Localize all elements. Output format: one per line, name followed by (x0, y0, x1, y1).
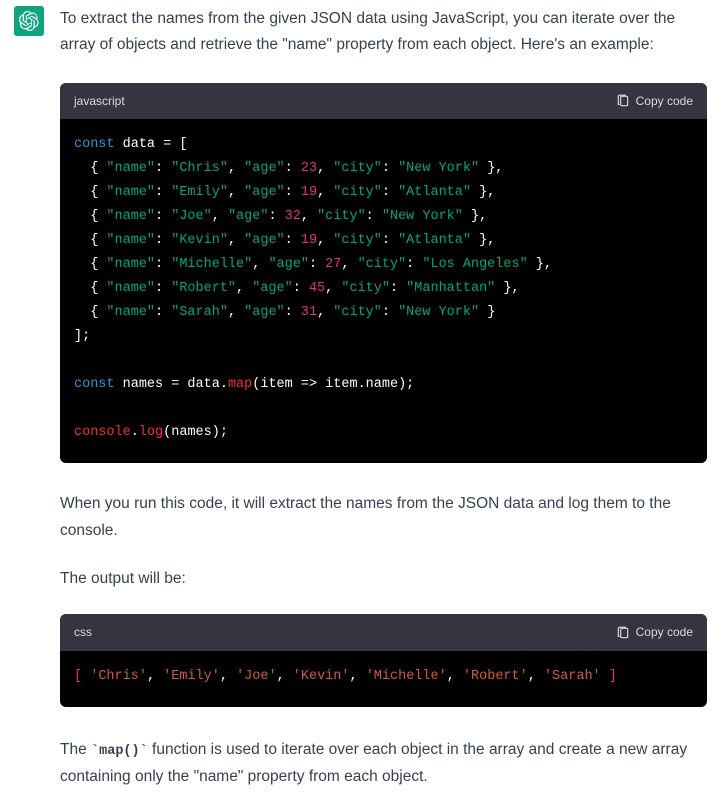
copy-code-button[interactable]: Copy code (616, 622, 693, 643)
final-paragraph: The `map()` function is used to iterate … (60, 737, 707, 790)
code-block-1-content[interactable]: const data = [ { "name": "Chris", "age":… (60, 119, 707, 463)
code-block-2-header: css Copy code (60, 614, 707, 650)
openai-logo-icon (19, 11, 39, 31)
explanation-paragraph-2: The output will be: (60, 566, 707, 592)
code-language-label: css (74, 622, 92, 643)
code-block-1: javascript Copy code const data = [ { "n… (60, 83, 707, 464)
inline-code-map: `map()` (91, 744, 148, 759)
final-paragraph-post: function is used to iterate over each ob… (60, 741, 687, 785)
copy-code-label: Copy code (636, 91, 693, 112)
code-block-2-content[interactable]: [ 'Chris', 'Emily', 'Joe', 'Kevin', 'Mic… (60, 651, 707, 707)
code-language-label: javascript (74, 91, 125, 112)
final-paragraph-pre: The (60, 741, 91, 758)
copy-code-button[interactable]: Copy code (616, 91, 693, 112)
code-block-2: css Copy code [ 'Chris', 'Emily', 'Joe',… (60, 614, 707, 706)
code-block-1-header: javascript Copy code (60, 83, 707, 119)
explanation-paragraph-1: When you run this code, it will extract … (60, 491, 707, 544)
clipboard-icon (616, 626, 630, 640)
assistant-avatar (14, 6, 44, 36)
intro-paragraph: To extract the names from the given JSON… (60, 6, 707, 59)
assistant-message: To extract the names from the given JSON… (14, 6, 707, 790)
clipboard-icon (616, 94, 630, 108)
assistant-message-content: To extract the names from the given JSON… (60, 6, 707, 790)
copy-code-label: Copy code (636, 622, 693, 643)
